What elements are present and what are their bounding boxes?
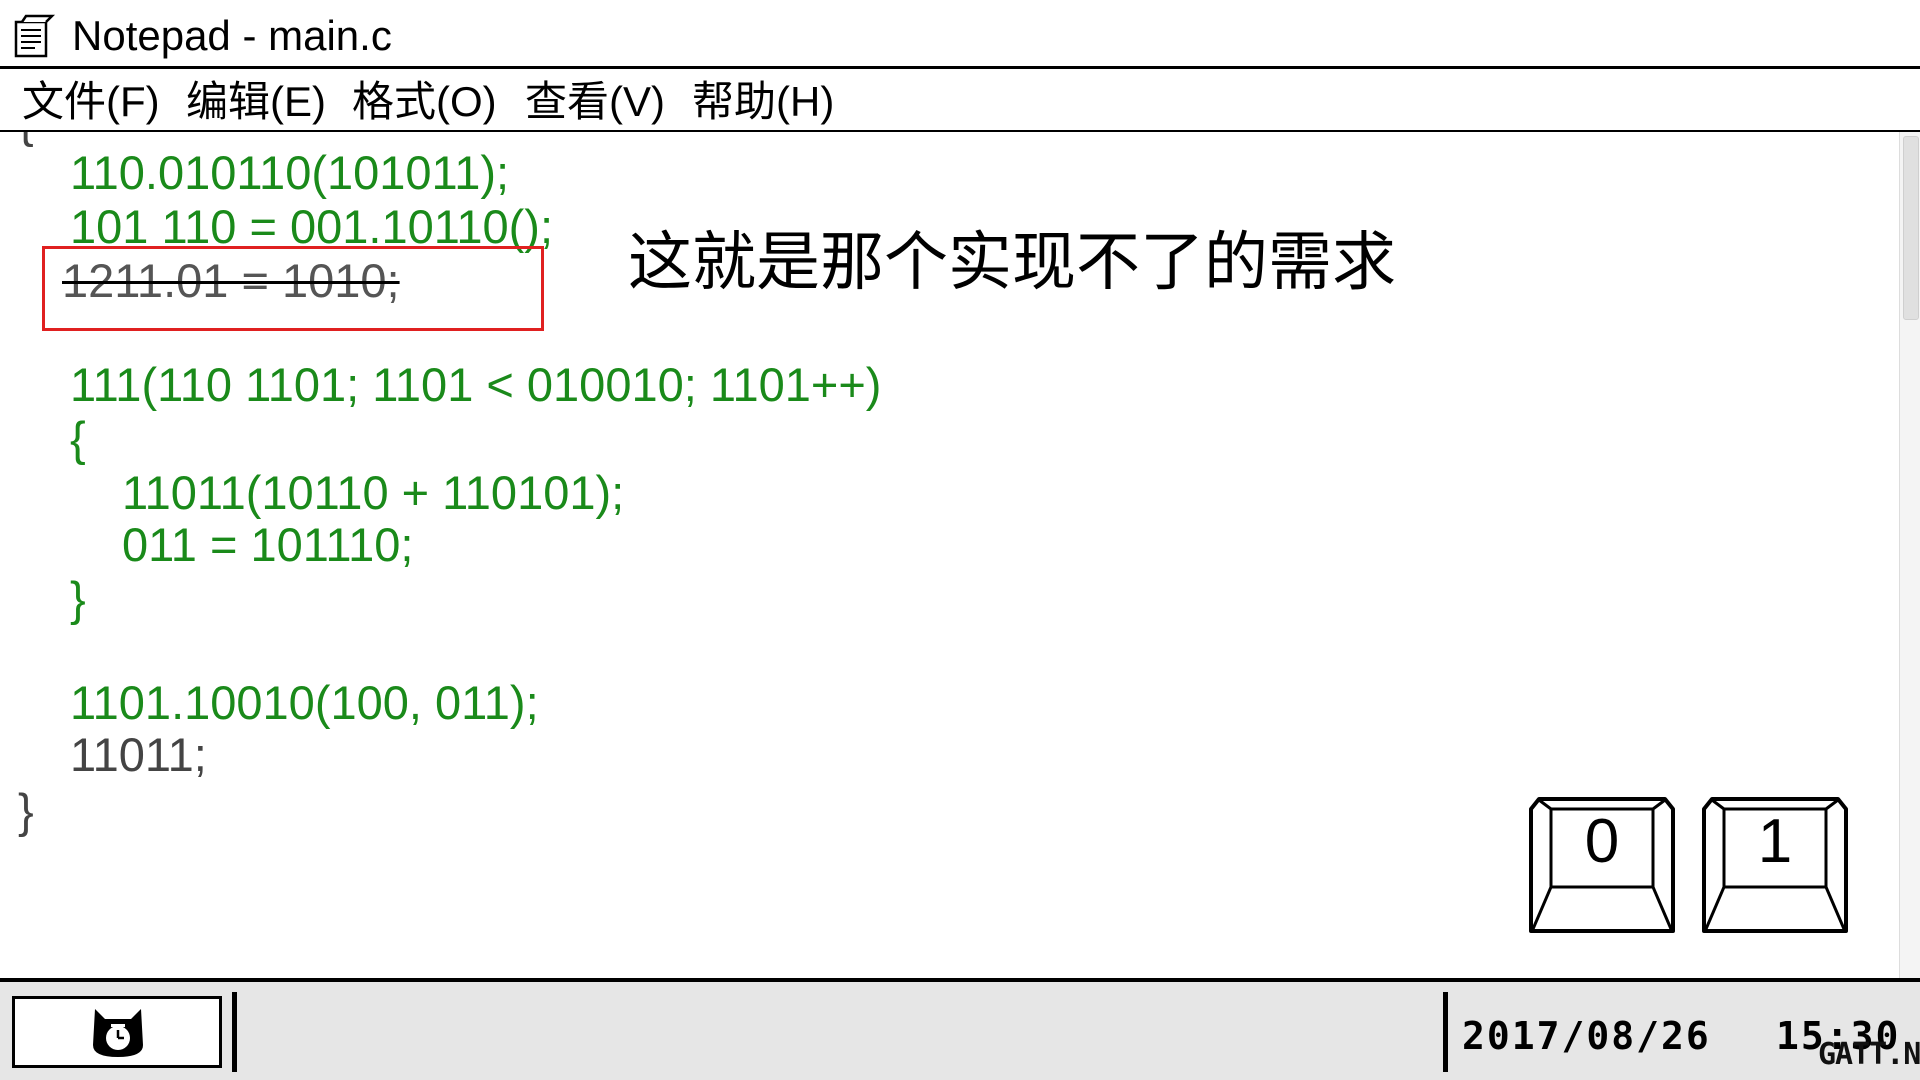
code-line: 1101.10010(100, 011);	[70, 676, 539, 729]
start-button[interactable]	[12, 996, 222, 1068]
watermark: GATT.NET	[1818, 1037, 1920, 1072]
clock-date: 2017/08/26	[1462, 1014, 1711, 1058]
code-line: 11011(10110 + 110101);	[122, 466, 625, 519]
menu-view[interactable]: 查看(V)	[525, 77, 665, 127]
menu-help[interactable]: 帮助(H)	[692, 77, 834, 127]
title-bar: Notepad - main.c	[0, 0, 1920, 69]
menu-bar: 文件(F) 编辑(E) 格式(O) 查看(V) 帮助(H)	[0, 69, 1920, 132]
menu-format[interactable]: 格式(O)	[352, 77, 497, 127]
key-one: 1	[1700, 795, 1850, 939]
taskbar-separator	[1443, 992, 1448, 1072]
code-line: {	[70, 412, 86, 465]
taskbar: 2017/08/26 15:30	[0, 978, 1920, 1080]
code-line: }	[18, 784, 34, 837]
key-label: 0	[1584, 807, 1620, 876]
code-line: }	[70, 572, 86, 625]
code-line: 011 = 101110;	[122, 518, 414, 571]
scroll-thumb[interactable]	[1903, 136, 1919, 320]
vertical-scrollbar[interactable]	[1899, 132, 1920, 978]
clock-cat-icon	[93, 1009, 143, 1057]
menu-edit[interactable]: 编辑(E)	[186, 77, 326, 127]
menu-file[interactable]: 文件(F)	[22, 77, 160, 127]
window-title: Notepad - main.c	[72, 12, 392, 59]
taskbar-separator	[232, 992, 237, 1072]
code-line: 111(110 1101; 1101 < 010010; 1101++)	[70, 358, 882, 411]
annotation-caption: 这就是那个实现不了的需求	[628, 226, 1396, 298]
code-line: {	[18, 132, 34, 148]
code-line: 110.010110(101011);	[70, 146, 510, 199]
highlight-box	[42, 246, 544, 331]
code-line: 11011;	[70, 728, 207, 781]
notepad-icon	[14, 14, 56, 58]
key-label: 1	[1757, 807, 1793, 876]
key-zero: 0	[1527, 795, 1677, 939]
